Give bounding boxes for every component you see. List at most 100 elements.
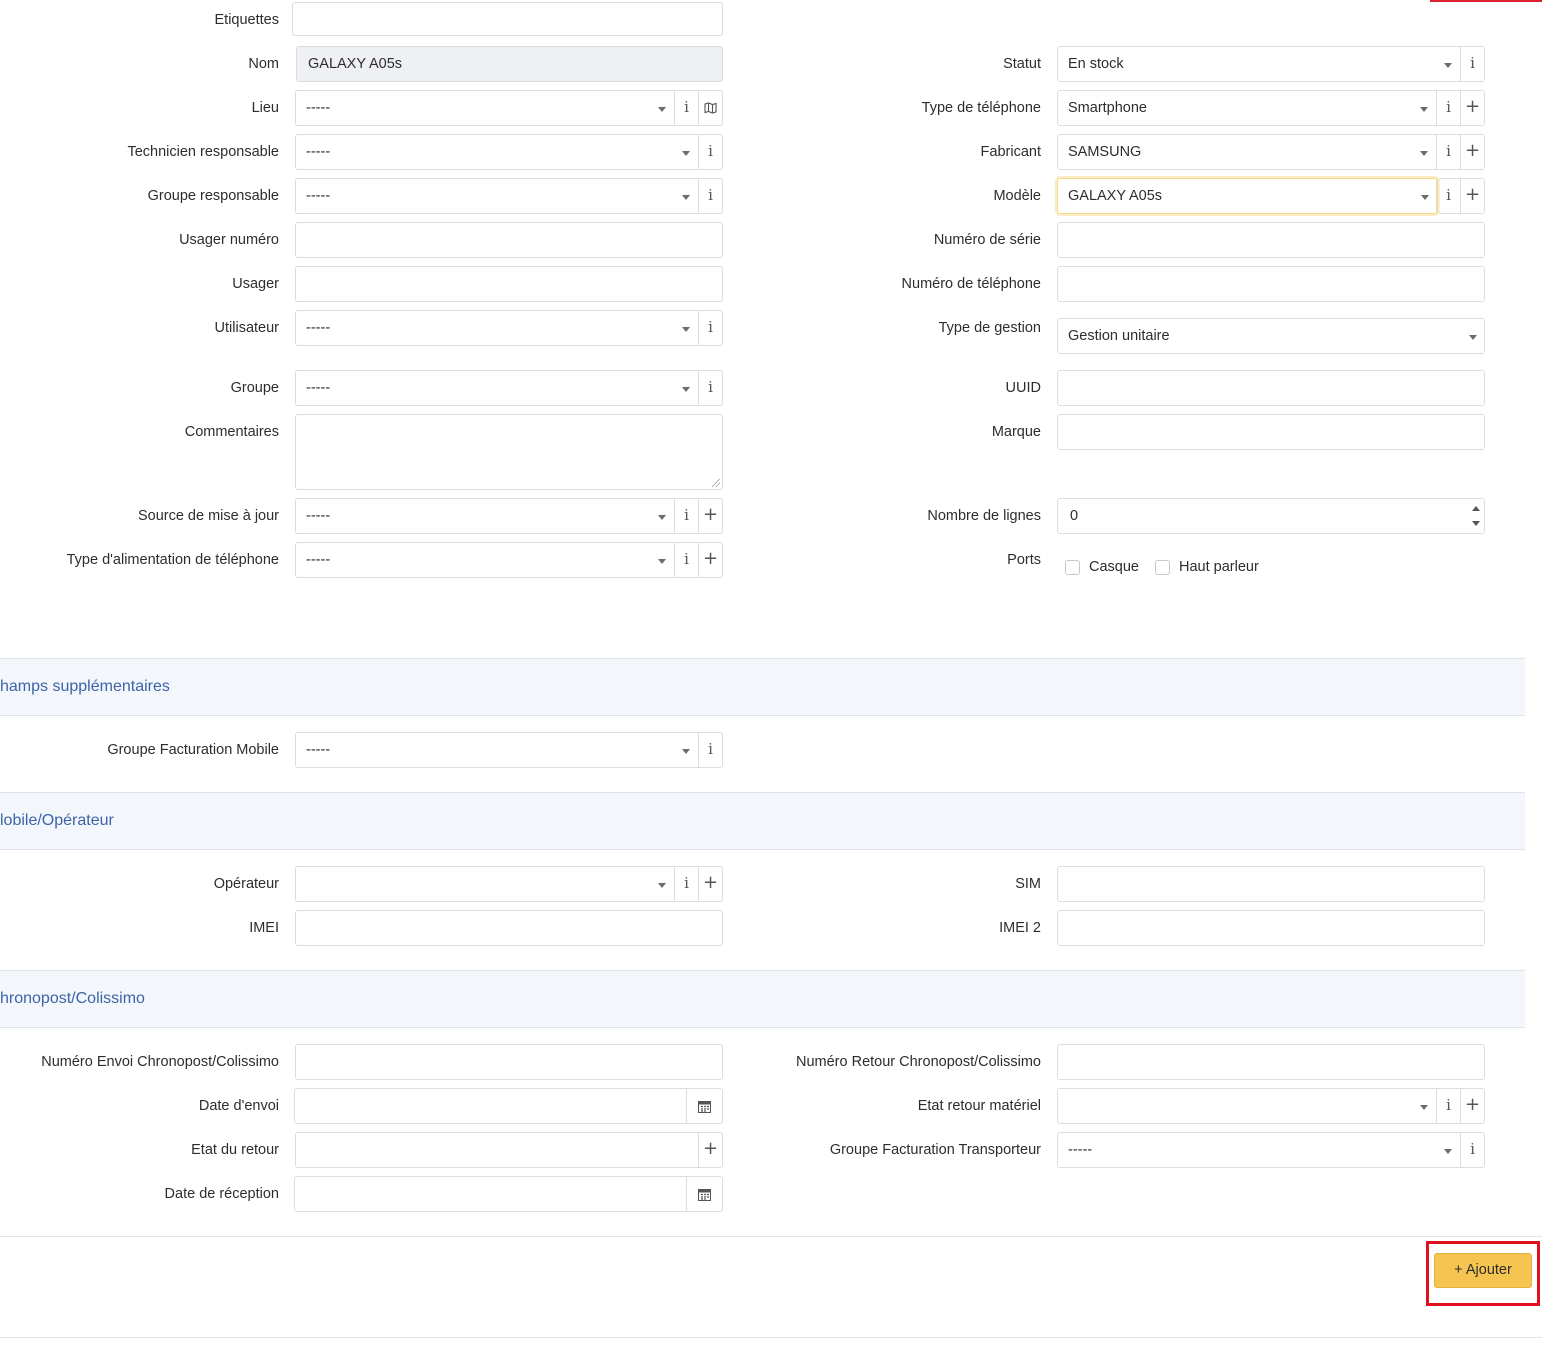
type-telephone-select[interactable]: Smartphone i + <box>1057 90 1485 126</box>
lieu-select[interactable]: ----- i <box>295 90 723 126</box>
usager-numero-input[interactable] <box>295 222 723 258</box>
sim-input[interactable] <box>1057 866 1485 902</box>
resize-handle[interactable] <box>712 479 720 487</box>
add-icon[interactable]: + <box>1460 179 1484 213</box>
utilisateur-value: ----- <box>306 320 331 336</box>
fabricant-label: Fabricant <box>980 144 1041 160</box>
chevron-down-icon <box>1420 151 1428 156</box>
add-icon[interactable]: + <box>1460 91 1484 125</box>
footer-divider <box>0 1236 1542 1237</box>
chevron-down-icon <box>658 515 666 520</box>
date-reception-input[interactable] <box>294 1176 723 1212</box>
technicien-select[interactable]: ----- i <box>295 134 723 170</box>
type-alimentation-value: ----- <box>306 552 331 568</box>
calendar-icon[interactable] <box>686 1177 722 1211</box>
info-icon[interactable]: i <box>1436 91 1460 125</box>
lieu-label: Lieu <box>251 100 279 116</box>
numero-retour-input[interactable] <box>1057 1044 1485 1080</box>
chevron-down-icon <box>1469 335 1477 340</box>
groupe-responsable-value: ----- <box>306 188 331 204</box>
chevron-down-icon <box>1420 1105 1428 1110</box>
etat-retour-input[interactable]: + <box>295 1132 723 1168</box>
haut-parleur-label: Haut parleur <box>1179 559 1259 575</box>
source-maj-value: ----- <box>306 508 331 524</box>
type-gestion-select[interactable]: Gestion unitaire <box>1057 318 1485 354</box>
info-icon[interactable]: i <box>698 135 722 169</box>
haut-parleur-checkbox[interactable] <box>1155 560 1170 575</box>
operateur-select[interactable]: i + <box>295 866 723 902</box>
source-maj-select[interactable]: ----- i + <box>295 498 723 534</box>
groupe-responsable-label: Groupe responsable <box>147 188 279 204</box>
add-icon[interactable]: + <box>1460 135 1484 169</box>
modele-select[interactable]: GALAXY A05s <box>1057 178 1438 214</box>
casque-checkbox[interactable] <box>1065 560 1080 575</box>
type-telephone-value: Smartphone <box>1068 100 1147 116</box>
add-icon[interactable]: + <box>698 867 722 901</box>
spin-down-icon[interactable] <box>1472 521 1480 526</box>
top-red-marker <box>1430 0 1542 2</box>
add-icon[interactable]: + <box>698 1133 722 1167</box>
info-icon[interactable]: i <box>1436 1089 1460 1123</box>
groupe-select[interactable]: ----- i <box>295 370 723 406</box>
chevron-down-icon <box>682 387 690 392</box>
info-icon[interactable]: i <box>674 91 698 125</box>
info-icon[interactable]: i <box>674 499 698 533</box>
utilisateur-select[interactable]: ----- i <box>295 310 723 346</box>
uuid-label: UUID <box>1005 380 1041 396</box>
statut-select[interactable]: En stock i <box>1057 46 1485 82</box>
chevron-down-icon <box>682 749 690 754</box>
add-icon[interactable]: + <box>1460 1089 1484 1123</box>
commentaires-textarea[interactable] <box>295 414 723 490</box>
info-icon[interactable]: i <box>698 733 722 767</box>
add-icon[interactable]: + <box>698 543 722 577</box>
nom-value: GALAXY A05s <box>308 56 403 72</box>
nom-label: Nom <box>248 56 279 72</box>
info-icon[interactable]: i <box>1436 179 1460 213</box>
imei-input[interactable] <box>295 910 723 946</box>
chevron-down-icon <box>658 107 666 112</box>
imei-label: IMEI <box>249 920 279 936</box>
fabricant-select[interactable]: SAMSUNG i + <box>1057 134 1485 170</box>
marque-label: Marque <box>991 424 1041 440</box>
map-icon[interactable] <box>698 91 722 125</box>
modele-label: Modèle <box>993 188 1041 204</box>
date-reception-label: Date de réception <box>164 1186 279 1202</box>
section-title: hamps supplémentaires <box>0 678 170 695</box>
statut-value: En stock <box>1068 56 1124 72</box>
etat-retour-materiel-select[interactable]: i + <box>1057 1088 1485 1124</box>
info-icon[interactable]: i <box>698 311 722 345</box>
info-icon[interactable]: i <box>1460 1133 1484 1167</box>
chevron-down-icon <box>682 327 690 332</box>
add-button[interactable]: + Ajouter <box>1434 1253 1532 1288</box>
groupe-facturation-mobile-select[interactable]: ----- i <box>295 732 723 768</box>
usager-input[interactable] <box>295 266 723 302</box>
type-alimentation-select[interactable]: ----- i + <box>295 542 723 578</box>
nom-input[interactable]: GALAXY A05s <box>296 46 723 82</box>
info-icon[interactable]: i <box>698 371 722 405</box>
groupe-facturation-transporteur-select[interactable]: ----- i <box>1057 1132 1485 1168</box>
uuid-input[interactable] <box>1057 370 1485 406</box>
etiquettes-label: Etiquettes <box>214 12 280 28</box>
add-icon[interactable]: + <box>698 499 722 533</box>
date-envoi-input[interactable] <box>294 1088 723 1124</box>
info-icon[interactable]: i <box>674 867 698 901</box>
info-icon[interactable]: i <box>1460 47 1484 81</box>
fabricant-value: SAMSUNG <box>1068 144 1142 160</box>
sim-label: SIM <box>1015 876 1041 892</box>
calendar-icon[interactable] <box>686 1089 722 1123</box>
info-icon[interactable]: i <box>674 543 698 577</box>
spin-up-icon[interactable] <box>1472 506 1480 511</box>
info-icon[interactable]: i <box>1436 135 1460 169</box>
section-champs-supplementaires: hamps supplémentaires <box>0 658 1525 716</box>
commentaires-label: Commentaires <box>184 424 279 440</box>
imei2-input[interactable] <box>1057 910 1485 946</box>
etiquettes-input[interactable] <box>292 2 723 36</box>
nombre-lignes-input[interactable]: 0 <box>1057 498 1485 534</box>
numero-telephone-input[interactable] <box>1057 266 1485 302</box>
numero-serie-input[interactable] <box>1057 222 1485 258</box>
utilisateur-label: Utilisateur <box>214 320 279 336</box>
info-icon[interactable]: i <box>698 179 722 213</box>
marque-input[interactable] <box>1057 414 1485 450</box>
numero-envoi-input[interactable] <box>295 1044 723 1080</box>
groupe-responsable-select[interactable]: ----- i <box>295 178 723 214</box>
